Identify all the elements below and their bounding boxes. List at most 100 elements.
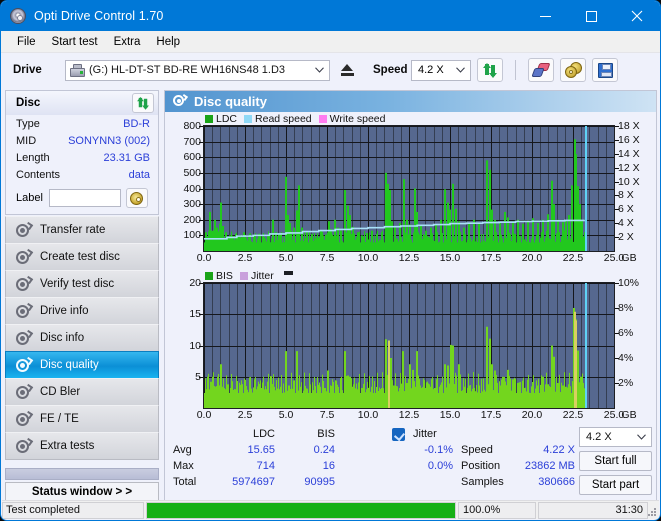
x-tick-label: 10.0 xyxy=(358,252,378,264)
series-jitter xyxy=(575,321,577,409)
sidebar-item-transfer-rate[interactable]: Transfer rate xyxy=(5,216,159,244)
chart1-x-axis: 0.02.55.07.510.012.515.017.520.022.525.0… xyxy=(203,252,617,266)
legend-label: Write speed xyxy=(330,113,386,125)
sidebar-item-extra-tests[interactable]: Extra tests xyxy=(5,432,159,460)
stats-max-ldc: 714 xyxy=(220,460,275,472)
disc-row-mid: MID SONYNN3 (002) xyxy=(6,132,158,149)
drive-icon xyxy=(70,64,85,77)
menu-start-test[interactable]: Start test xyxy=(44,34,106,50)
title-bar: Opti Drive Control 1.70 xyxy=(1,1,660,31)
disc-info-icon xyxy=(15,331,32,346)
disc-label-caption: Label xyxy=(16,192,43,204)
y2-tick-label: 10 X xyxy=(618,176,640,188)
speed-select-stats[interactable]: 4.2 X xyxy=(579,427,652,447)
stats-avg-jitter: -0.1% xyxy=(390,444,453,456)
sidebar-item-fe-te[interactable]: FE / TE xyxy=(5,405,159,433)
maximize-button[interactable] xyxy=(568,1,614,31)
start-full-button[interactable]: Start full xyxy=(579,451,652,471)
stats-header-ldc: LDC xyxy=(227,428,275,440)
stats-max-jitter: 0.0% xyxy=(390,460,453,472)
legend-item-read-speed: Read speed xyxy=(244,113,312,125)
chart1-y-axis-right: 2 X4 X6 X8 X10 X12 X14 X16 X18 X xyxy=(615,125,653,252)
content-header: Disc quality xyxy=(165,91,656,112)
legend-swatch xyxy=(205,115,213,123)
stats-row-label-avg: Avg xyxy=(173,444,192,456)
drive-info-icon xyxy=(15,304,32,319)
options-button[interactable] xyxy=(560,58,586,82)
y2-tick-label: 4% xyxy=(618,352,633,364)
sidebar-item-cd-bler[interactable]: CD Bler xyxy=(5,378,159,406)
disc-row-contents: Contents data xyxy=(6,166,158,183)
stats-avg-ldc: 15.65 xyxy=(220,444,275,456)
sidebar-item-label: Verify test disc xyxy=(40,278,114,290)
disc-value: SONYNN3 (002) xyxy=(68,135,150,147)
gear-disc-icon xyxy=(565,62,582,78)
progress-bar xyxy=(146,502,456,519)
sidebar-item-disc-info[interactable]: Disc info xyxy=(5,324,159,352)
status-bar: Test completed 100.0% 31:30 xyxy=(2,500,659,519)
cd-bler-icon xyxy=(15,385,32,400)
status-window-button[interactable]: Status window > > xyxy=(5,482,159,501)
series-ldc xyxy=(204,139,586,251)
disc-label-input[interactable] xyxy=(49,189,121,207)
series-bis xyxy=(204,308,586,408)
cursor-line xyxy=(585,126,587,251)
disc-panel-header: Disc xyxy=(5,90,159,115)
legend-item-bis: BIS xyxy=(205,270,233,282)
sidebar-item-verify-test-disc[interactable]: Verify test disc xyxy=(5,270,159,298)
x-tick-label: 2.5 xyxy=(238,252,253,264)
chart2-x-axis: 0.02.55.07.510.012.515.017.520.022.525.0… xyxy=(203,409,617,423)
app-disc-icon xyxy=(10,8,26,24)
stats-total-bis: 90995 xyxy=(275,476,335,488)
jitter-checkbox[interactable] xyxy=(392,428,405,441)
save-button[interactable] xyxy=(592,58,618,82)
cursor-line xyxy=(585,283,587,408)
disc-label-browse-button[interactable] xyxy=(126,188,148,208)
speed-select[interactable]: 4.2 X xyxy=(411,60,471,81)
chart2-plot-area xyxy=(203,282,615,409)
transfer-rate-icon xyxy=(15,223,32,238)
drive-select[interactable]: (G:) HL-DT-ST BD-RE WH16NS48 1.D3 xyxy=(65,60,330,81)
legend-item-ldc: LDC xyxy=(205,113,237,125)
legend-label: LDC xyxy=(216,113,237,125)
position-value: 23862 MB xyxy=(513,460,575,472)
disc-refresh-button[interactable] xyxy=(132,93,154,113)
x-tick-label: 22.5 xyxy=(563,409,583,421)
resize-grip-icon[interactable] xyxy=(646,506,656,516)
y2-tick-label: 8% xyxy=(618,302,633,314)
disc-value: data xyxy=(129,169,150,181)
refresh-button[interactable] xyxy=(477,58,503,82)
stats-row-label-total: Total xyxy=(173,476,196,488)
sidebar-item-disc-quality[interactable]: Disc quality xyxy=(5,351,159,379)
start-part-button[interactable]: Start part xyxy=(579,475,652,495)
eraser-icon xyxy=(533,63,550,78)
menu-file[interactable]: File xyxy=(9,34,44,50)
disc-key: Type xyxy=(16,118,40,130)
speed-label: Speed xyxy=(373,64,411,76)
sidebar-item-label: Transfer rate xyxy=(40,224,105,236)
sidebar-item-label: Disc info xyxy=(40,332,84,344)
sidebar-item-drive-info[interactable]: Drive info xyxy=(5,297,159,325)
x-tick-label: 7.5 xyxy=(320,409,335,421)
sidebar-item-create-test-disc[interactable]: Create test disc xyxy=(5,243,159,271)
progress-fill xyxy=(147,503,455,518)
x-tick-label: 15.0 xyxy=(440,409,460,421)
erase-button[interactable] xyxy=(528,58,554,82)
jitter-label: Jitter xyxy=(413,428,437,440)
sidebar-item-label: Extra tests xyxy=(40,440,94,452)
sidebar-item-label: Drive info xyxy=(40,305,89,317)
close-icon[interactable] xyxy=(614,1,660,31)
x-tick-label: 2.5 xyxy=(238,409,253,421)
menu-help[interactable]: Help xyxy=(148,34,188,50)
app-window: Opti Drive Control 1.70 File Start test … xyxy=(0,0,661,521)
eject-button[interactable] xyxy=(335,59,359,81)
legend-label: BIS xyxy=(216,270,233,282)
disc-quality-icon xyxy=(15,358,32,373)
drive-toolbar: Drive (G:) HL-DT-ST BD-RE WH16NS48 1.D3 … xyxy=(2,53,659,87)
samples-key: Samples xyxy=(461,476,504,488)
speed-select-value: 4.2 X xyxy=(418,64,444,76)
menu-extra[interactable]: Extra xyxy=(106,34,149,50)
minimize-button[interactable] xyxy=(522,1,568,31)
series-jitter xyxy=(388,341,390,409)
sidebar-nav: Transfer rate Create test disc Verify te… xyxy=(5,216,159,459)
